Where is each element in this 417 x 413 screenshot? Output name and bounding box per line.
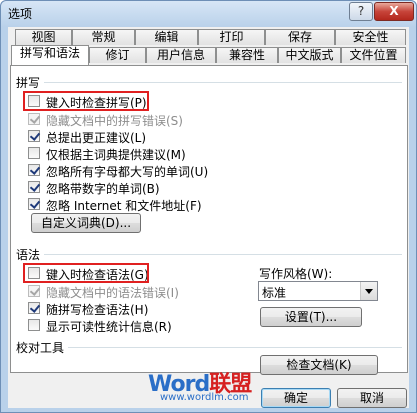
recheck-document-button[interactable]: 检查文档(K)	[260, 355, 378, 375]
group-divider	[44, 82, 402, 83]
checkbox-label: 忽略所有字母都大写的单词(U)	[46, 165, 209, 179]
writing-style-value: 标准	[262, 286, 287, 300]
proofing-tools-header: 校对工具	[16, 341, 65, 355]
checkbox[interactable]	[28, 267, 40, 279]
checkbox-label: 隐藏文档中的拼写错误(S)	[46, 114, 183, 128]
options-dialog: 选项 ? X 视图 常规 编辑 打印 保存 安全性 拼写和语法 修订 用户信息 …	[0, 0, 417, 413]
group-divider	[44, 254, 402, 255]
checkbox[interactable]	[28, 198, 40, 210]
checkbox[interactable]	[28, 181, 40, 193]
checkbox[interactable]	[28, 319, 40, 331]
checkbox-label: 随拼写检查语法(H)	[46, 303, 149, 317]
dialog-client-area: 视图 常规 编辑 打印 保存 安全性 拼写和语法 修订 用户信息 兼容性 中文版…	[8, 27, 409, 408]
window-title: 选项	[8, 7, 33, 21]
watermark-logo: Word联盟 www.wordlm.com	[148, 366, 252, 403]
tab-track-changes[interactable]: 修订	[89, 47, 146, 63]
checkbox-label: 总提出更正建议(L)	[46, 131, 147, 145]
close-button[interactable]: X	[374, 2, 414, 21]
checkbox-label: 显示可读性统计信息(R)	[46, 320, 172, 334]
checkbox-label: 仅根据主词典提供建议(M)	[46, 148, 186, 162]
title-bar[interactable]: 选项 ? X	[1, 1, 416, 27]
tab-spelling-grammar[interactable]: 拼写和语法	[11, 45, 89, 65]
checkbox-label: 忽略 Internet 和文件地址(F)	[46, 199, 202, 213]
help-button[interactable]: ?	[349, 2, 373, 21]
tab-user-info[interactable]: 用户信息	[146, 47, 216, 63]
tab-edit[interactable]: 编辑	[135, 29, 198, 45]
checkbox-label: 忽略带数字的单词(B)	[46, 182, 160, 196]
checkbox[interactable]	[28, 164, 40, 176]
grammar-settings-button[interactable]: 设置(T)...	[260, 307, 362, 327]
checkbox-label: 键入时检查拼写(P)	[46, 96, 147, 110]
chevron-down-icon[interactable]	[360, 282, 377, 300]
custom-dictionaries-button[interactable]: 自定义词典(D)...	[31, 213, 141, 233]
checkbox-label: 键入时检查语法(G)	[46, 268, 149, 282]
tab-panel: 拼写 键入时检查拼写(P) 隐藏文档中的拼写错误(S) 总提出更正建议(L) 仅…	[10, 65, 408, 375]
tab-chinese-layout[interactable]: 中文版式	[278, 47, 341, 63]
spelling-header: 拼写	[16, 76, 41, 90]
checkbox[interactable]	[28, 147, 40, 159]
checkbox[interactable]	[28, 95, 40, 107]
cancel-button[interactable]: 取消	[337, 388, 407, 408]
watermark-url: www.wordlm.com	[160, 392, 249, 403]
checkbox[interactable]	[28, 113, 40, 125]
writing-style-label: 写作风格(W):	[259, 267, 333, 281]
tab-general[interactable]: 常规	[72, 29, 135, 45]
tab-save[interactable]: 保存	[265, 29, 335, 45]
checkbox-label: 隐藏文档中的语法错误(I)	[46, 286, 179, 300]
grammar-header: 语法	[16, 248, 41, 262]
checkbox[interactable]	[28, 285, 40, 297]
checkbox[interactable]	[28, 302, 40, 314]
writing-style-select[interactable]: 标准	[258, 281, 378, 301]
tab-print[interactable]: 打印	[198, 29, 265, 45]
checkbox[interactable]	[28, 130, 40, 142]
tab-security[interactable]: 安全性	[335, 29, 406, 45]
tab-view[interactable]: 视图	[15, 29, 72, 45]
ok-button[interactable]: 确定	[261, 388, 331, 408]
group-divider	[68, 347, 402, 348]
tab-compatibility[interactable]: 兼容性	[216, 47, 278, 63]
tab-file-locations[interactable]: 文件位置	[341, 47, 406, 63]
